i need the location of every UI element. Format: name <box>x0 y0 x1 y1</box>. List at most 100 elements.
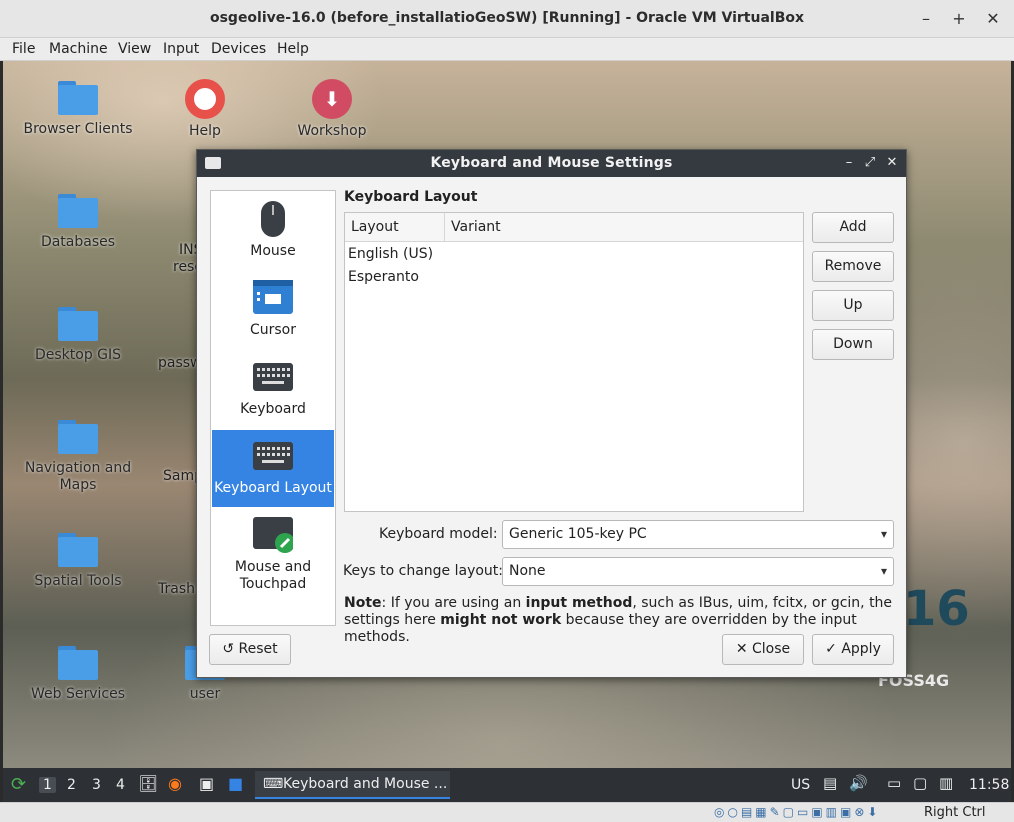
table-row[interactable]: English (US) <box>348 246 433 262</box>
folder-icon <box>58 194 98 228</box>
check-icon: ✓ <box>825 641 842 657</box>
desktop-icon-label: user <box>189 686 221 702</box>
desktop-icon-label: Navigation and Maps <box>24 460 132 493</box>
desktop-icon-web-services[interactable]: Web Services <box>13 646 143 703</box>
desktop-icon-help[interactable]: Help <box>140 79 270 140</box>
desktop-icon-label: Browser Clients <box>23 121 133 137</box>
keyboard-layout-icon <box>253 436 293 476</box>
menu-view[interactable]: View <box>118 41 151 57</box>
vbox-window-title: osgeolive-16.0 (before_installatioGeoSW)… <box>209 10 805 26</box>
keyboard-layout-indicator[interactable]: US <box>791 777 810 793</box>
dialog-title: Keyboard and Mouse Settings <box>430 155 673 171</box>
close-window-button[interactable]: ✕ <box>981 7 1005 31</box>
terminal-icon[interactable]: ▣ <box>199 774 214 793</box>
close-icon: ✕ <box>735 641 753 657</box>
chevron-down-icon: ▾ <box>880 564 887 578</box>
desktop-icon-label: Databases <box>40 234 116 250</box>
dialog-titlebar: Keyboard and Mouse Settings – ⤢ ✕ <box>197 150 906 177</box>
workspace-2[interactable]: 2 <box>67 777 76 793</box>
notes-icon[interactable]: ▢ <box>913 774 927 792</box>
keyboard-model-value: Generic 105-key PC <box>509 526 647 542</box>
file-manager-icon[interactable]: 🗄 <box>138 774 158 793</box>
maximize-button[interactable]: + <box>947 7 971 31</box>
notification-icon[interactable]: ▥ <box>939 774 953 792</box>
taskbar-task-keyboard-mouse[interactable]: ⌨ Keyboard and Mouse ... <box>255 771 450 799</box>
dialog-maximize-button[interactable]: ⤢ <box>861 154 879 172</box>
column-header-variant[interactable]: Variant <box>451 219 501 235</box>
clock[interactable]: 11:58 <box>969 777 1009 793</box>
chevron-down-icon: ▾ <box>880 527 887 541</box>
section-title: Keyboard Layout <box>344 189 478 205</box>
cursor-icon <box>253 278 293 318</box>
keyboard-model-combo[interactable]: Generic 105-key PC ▾ <box>502 520 894 549</box>
desktop-icon-workshop[interactable]: ⬇ Workshop <box>267 79 397 140</box>
up-button[interactable]: Up <box>812 290 894 321</box>
change-layout-value: None <box>509 563 546 579</box>
folder-icon <box>58 420 98 454</box>
desktop-icon-label: Desktop GIS <box>34 347 122 363</box>
folder-icon <box>58 307 98 341</box>
layout-table[interactable]: Layout Variant English (US) Esperanto <box>344 212 804 512</box>
table-row[interactable]: Esperanto <box>348 269 419 285</box>
undo-icon: ↺ <box>222 641 239 657</box>
desktop-icon-label: Workshop <box>297 123 367 139</box>
change-layout-combo[interactable]: None ▾ <box>502 557 894 586</box>
sidebar-item-label: Keyboard Layout <box>214 480 332 496</box>
workspace-1[interactable]: 1 <box>39 777 56 793</box>
menu-input[interactable]: Input <box>163 41 199 57</box>
menu-machine[interactable]: Machine <box>49 41 108 57</box>
menu-devices[interactable]: Devices <box>211 41 266 57</box>
network-icon[interactable]: ▭ <box>887 774 901 792</box>
remove-button[interactable]: Remove <box>812 251 894 282</box>
layout-table-header: Layout Variant <box>345 213 803 242</box>
desktop-icon-partial-label[interactable]: passw <box>158 355 202 371</box>
dialog-close-button[interactable]: ✕ <box>883 154 901 172</box>
keyboard-icon: ⌨ <box>263 776 284 792</box>
close-button[interactable]: ✕ Close <box>722 634 804 665</box>
download-icon: ⬇ <box>312 79 352 119</box>
vbox-device-icons[interactable]: ◎○▤▦✎▢▭▣▥▣⊗⬇ <box>714 805 880 819</box>
sidebar-item-mouse[interactable]: Mouse <box>212 193 334 270</box>
folder-icon <box>58 646 98 680</box>
volume-icon[interactable]: 🔊 <box>849 774 868 792</box>
taskbar-task-label: Keyboard and Mouse ... <box>283 776 448 792</box>
sidebar-item-label: Mouse and Touchpad <box>234 559 312 592</box>
clipboard-icon[interactable]: ▤ <box>823 774 837 792</box>
keyboard-model-label: Keyboard model: <box>379 526 498 542</box>
keyboard-mouse-settings-dialog: Keyboard and Mouse Settings – ⤢ ✕ Mouse … <box>196 149 907 678</box>
sidebar-item-keyboard[interactable]: Keyboard <box>212 351 334 428</box>
desktop-icon-desktop-gis[interactable]: Desktop GIS <box>13 307 143 364</box>
workspace-3[interactable]: 3 <box>92 777 101 793</box>
show-desktop-icon[interactable]: ■ <box>228 774 243 793</box>
vbox-titlebar: osgeolive-16.0 (before_installatioGeoSW)… <box>0 0 1014 38</box>
desktop-icon-navigation-and-maps[interactable]: Navigation and Maps <box>13 420 143 494</box>
folder-icon <box>58 81 98 115</box>
firefox-icon[interactable]: ◉ <box>168 774 182 793</box>
touchpad-icon <box>253 515 295 555</box>
desktop-icon-spatial-tools[interactable]: Spatial Tools <box>13 533 143 590</box>
desktop-icon-browser-clients[interactable]: Browser Clients <box>13 81 143 138</box>
sidebar-item-keyboard-layout[interactable]: Keyboard Layout <box>212 430 334 507</box>
desktop-icon-label: Help <box>189 123 221 139</box>
folder-icon <box>58 533 98 567</box>
settings-sidebar: Mouse Cursor Keyboard Keyboard Layout Mo… <box>210 190 336 626</box>
dialog-minimize-button[interactable]: – <box>840 154 858 172</box>
desktop-icon-databases[interactable]: Databases <box>13 194 143 251</box>
workspace-4[interactable]: 4 <box>116 777 125 793</box>
sidebar-item-label: Mouse <box>250 243 296 259</box>
desktop-icon-partial-label[interactable]: Trash <box>158 581 195 597</box>
menu-help[interactable]: Help <box>277 41 309 57</box>
sidebar-item-cursor[interactable]: Cursor <box>212 272 334 349</box>
apply-button[interactable]: ✓ Apply <box>812 634 894 665</box>
add-button[interactable]: Add <box>812 212 894 243</box>
sidebar-item-label: Keyboard <box>240 401 306 417</box>
menu-file[interactable]: File <box>12 41 35 57</box>
column-header-layout[interactable]: Layout <box>351 219 399 235</box>
desktop-icon-label: Web Services <box>30 686 125 702</box>
start-menu-icon[interactable]: ⟳ <box>11 774 26 795</box>
change-layout-label: Keys to change layout: <box>343 563 504 579</box>
minimize-button[interactable]: – <box>914 7 938 31</box>
reset-button[interactable]: ↺ Reset <box>209 634 291 665</box>
down-button[interactable]: Down <box>812 329 894 360</box>
sidebar-item-mouse-and-touchpad[interactable]: Mouse and Touchpad <box>212 509 334 605</box>
